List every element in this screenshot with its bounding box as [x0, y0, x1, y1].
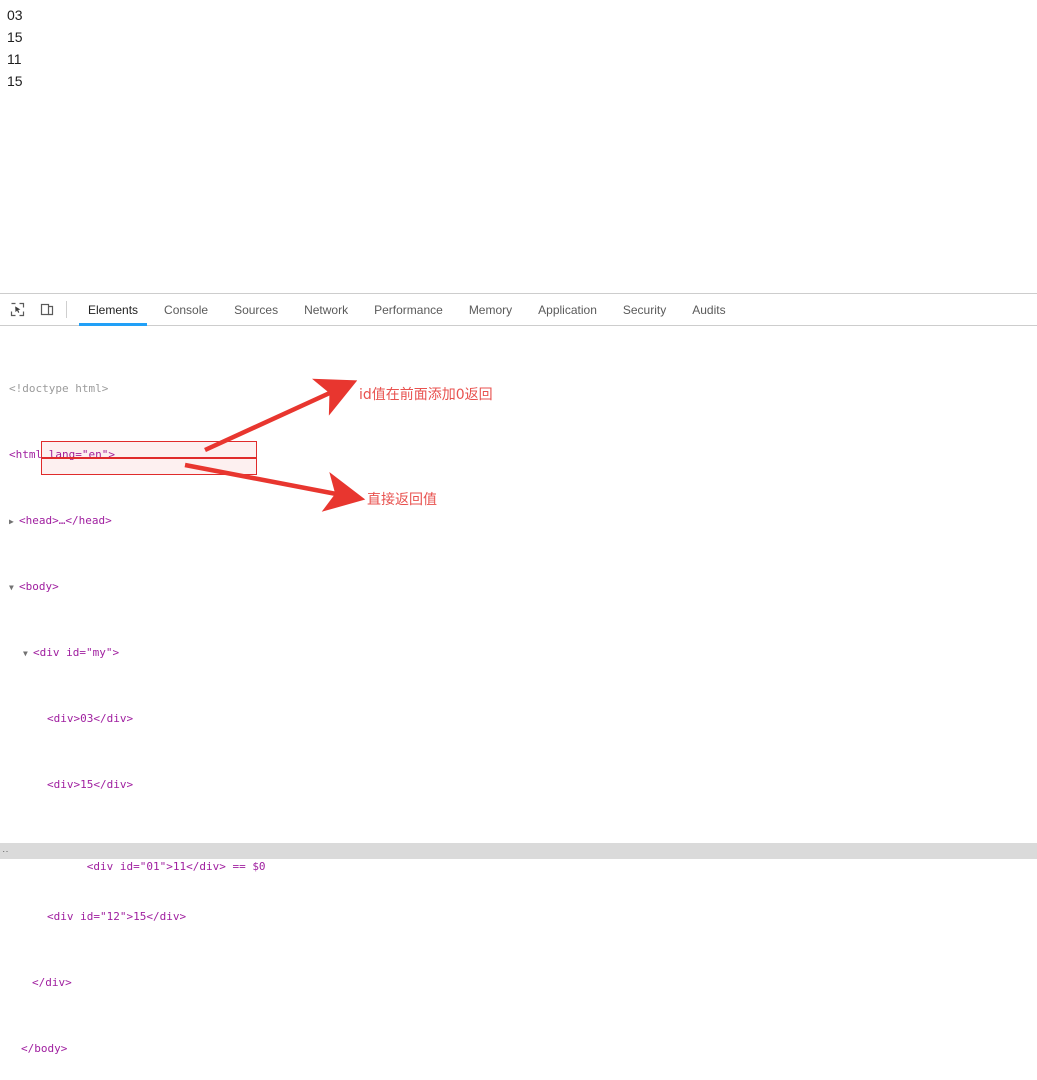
tab-network[interactable]: Network	[291, 294, 361, 326]
chevron-down-icon[interactable]: ▼	[23, 646, 33, 663]
dom-row-text: </div>	[32, 975, 72, 989]
page-text-line: 03	[7, 7, 23, 23]
inspect-element-icon[interactable]	[4, 297, 30, 323]
devtools-panel: Elements Console Sources Network Perform…	[0, 293, 1037, 1055]
dom-row[interactable]: ▶ <head>…</head>	[0, 513, 1037, 530]
dom-tree[interactable]: <!doctype html> <html lang="en"> ▶ <head>…	[0, 326, 1037, 1080]
tab-memory[interactable]: Memory	[456, 294, 525, 326]
dom-row[interactable]: </body>	[0, 1041, 1037, 1058]
dom-row-text: <body>	[19, 579, 59, 593]
dom-row-text: <div>15</div>	[47, 777, 134, 791]
dom-row-selected[interactable]: ‥ <div id="01">11</div> == $0	[0, 842, 1037, 873]
tab-application[interactable]: Application	[525, 294, 610, 326]
dom-row[interactable]: <div>03</div>	[0, 711, 1037, 728]
dom-row-text: <div id="my">	[33, 645, 120, 659]
devtools-tab-bar: Elements Console Sources Network Perform…	[75, 294, 739, 326]
dom-row-text: <html lang="en">	[9, 447, 115, 461]
dom-row-text: <!doctype html>	[9, 381, 109, 395]
tab-elements[interactable]: Elements	[75, 294, 151, 326]
chevron-right-icon[interactable]: ▶	[9, 514, 19, 531]
device-toolbar-icon[interactable]	[34, 297, 60, 323]
collapsed-ellipsis-icon[interactable]: ‥	[2, 844, 10, 855]
dom-row[interactable]: <div>15</div>	[0, 777, 1037, 794]
tab-performance[interactable]: Performance	[361, 294, 456, 326]
devtools-toolbar: Elements Console Sources Network Perform…	[0, 294, 1037, 326]
tab-console[interactable]: Console	[151, 294, 221, 326]
page-text-line: 15	[7, 29, 23, 45]
dom-row[interactable]: <html lang="en">	[0, 447, 1037, 464]
dom-row-text: <div id="01">11</div> == $0	[86, 860, 266, 873]
dom-row[interactable]: </div>	[0, 975, 1037, 992]
toolbar-divider	[66, 301, 67, 318]
dom-row-text: <div id="12">15</div>	[47, 909, 187, 923]
tab-security[interactable]: Security	[610, 294, 679, 326]
dom-row-text: </body>	[21, 1041, 68, 1055]
dom-row-text: <div>03</div>	[47, 711, 134, 725]
chevron-down-icon[interactable]: ▼	[9, 580, 19, 597]
dom-row[interactable]: ▼ <body>	[0, 579, 1037, 596]
page-text-line: 11	[7, 51, 22, 67]
page-text-line: 15	[7, 73, 23, 89]
dom-row[interactable]: <!doctype html>	[0, 381, 1037, 398]
dom-row-text: <head>…</head>	[19, 513, 112, 527]
dom-row[interactable]: <div id="12">15</div>	[0, 909, 1037, 926]
tab-audits[interactable]: Audits	[679, 294, 738, 326]
tab-sources[interactable]: Sources	[221, 294, 291, 326]
dom-row[interactable]: ▼ <div id="my">	[0, 645, 1037, 662]
rendered-page-area: 03 15 11 15	[0, 0, 1037, 293]
